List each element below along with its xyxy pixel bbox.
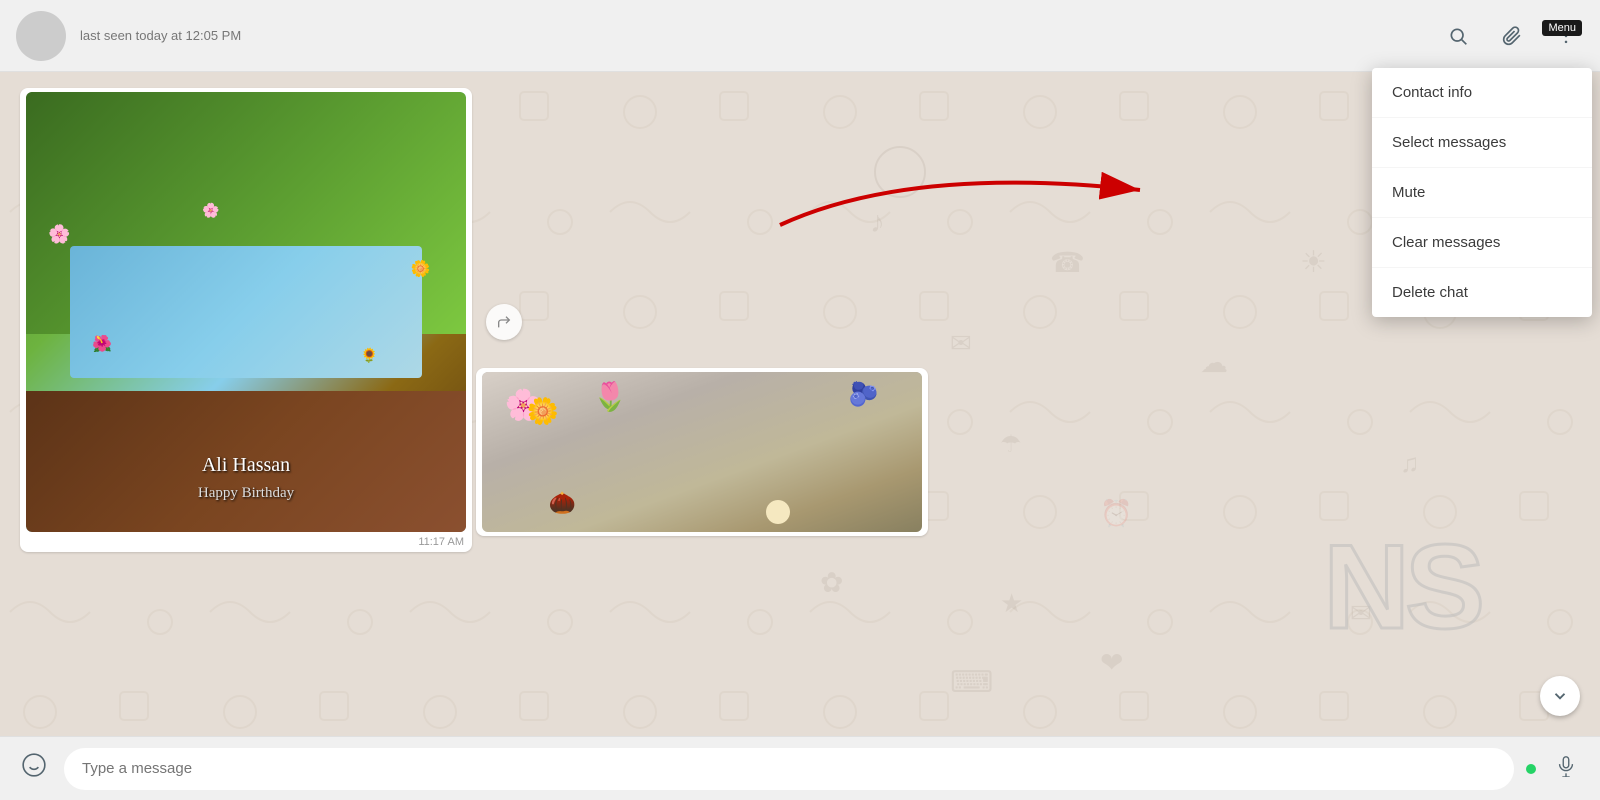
contact-info-area: last seen today at 12:05 PM [80, 28, 1440, 43]
chat-header: last seen today at 12:05 PM Menu [0, 0, 1600, 72]
input-bar [0, 736, 1600, 800]
online-indicator [1526, 764, 1536, 774]
more-options-button[interactable]: Menu [1548, 18, 1584, 54]
avatar[interactable] [16, 11, 66, 61]
forward-button[interactable] [486, 304, 522, 340]
emoji-button[interactable] [16, 751, 52, 787]
message-wrapper-2: 🌸 🌷 🌼 🫐 🌰 [476, 368, 928, 540]
message-wrapper-1: 🌸 🌸 🌼 🌺 🌻 Ali Hassan Happy Birthday 11:1… [20, 88, 472, 556]
message-bubble-1: 🌸 🌸 🌼 🌺 🌻 Ali Hassan Happy Birthday 11:1… [20, 88, 472, 552]
menu-item-contact-info[interactable]: Contact info [1372, 68, 1592, 118]
scroll-down-button[interactable] [1540, 676, 1580, 716]
message-input[interactable] [64, 748, 1514, 790]
cake-image: 🌸 🌸 🌼 🌺 🌻 Ali Hassan Happy Birthday [26, 92, 466, 532]
search-button[interactable] [1440, 18, 1476, 54]
menu-item-delete-chat[interactable]: Delete chat [1372, 268, 1592, 317]
header-icons: Menu [1440, 18, 1584, 54]
cake-text-2: Happy Birthday [198, 485, 294, 502]
chat-background: ♪ ☎ ✉ ♡ ☂ ⚙ ⏰ ✿ ★ ☁ ☀ ♫ ❤ ✉ ⌨ [0, 72, 1600, 736]
menu-item-mute[interactable]: Mute [1372, 168, 1592, 218]
messages-area: 🌸 🌸 🌼 🌺 🌻 Ali Hassan Happy Birthday 11:1… [0, 72, 1600, 736]
cake-text-1: Ali Hassan [202, 454, 290, 477]
mic-button[interactable] [1548, 751, 1584, 787]
message-time-1: 11:17 AM [418, 536, 464, 548]
menu-item-select-messages[interactable]: Select messages [1372, 118, 1592, 168]
flower-image: 🌸 🌷 🌼 🫐 🌰 [482, 372, 922, 532]
dropdown-menu: Contact info Select messages Mute Clear … [1372, 68, 1592, 317]
contact-status: last seen today at 12:05 PM [80, 28, 1440, 43]
attach-button[interactable] [1494, 18, 1530, 54]
menu-item-clear-messages[interactable]: Clear messages [1372, 218, 1592, 268]
message-bubble-2: 🌸 🌷 🌼 🫐 🌰 [476, 368, 928, 536]
